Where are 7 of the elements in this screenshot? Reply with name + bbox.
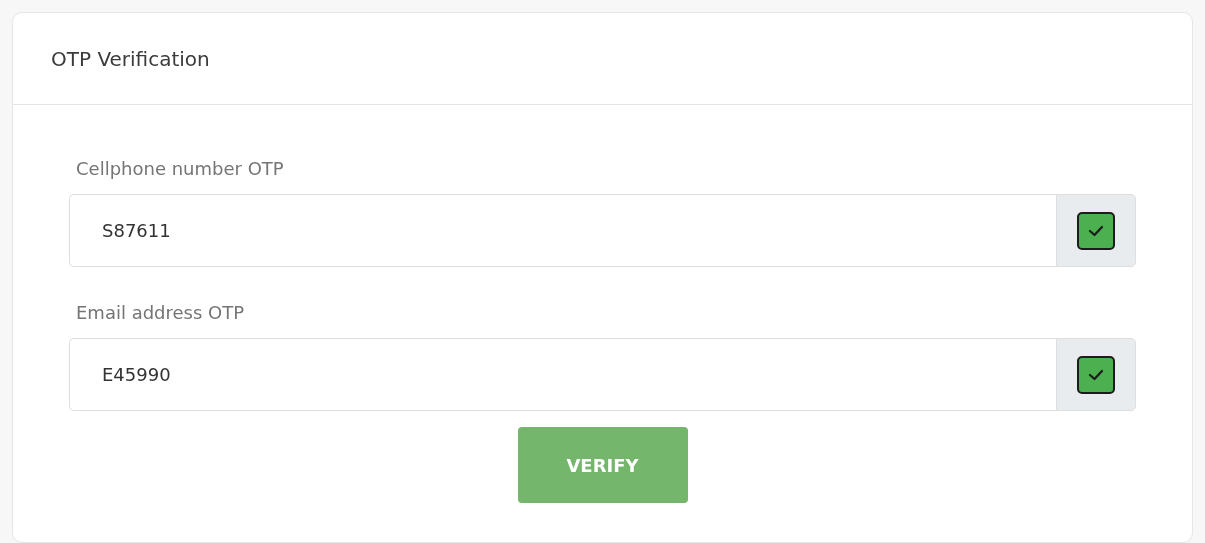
otp-input[interactable]: E45990 [69, 338, 1056, 411]
checkbox[interactable] [1077, 355, 1115, 394]
field-label: Cellphone number OTP [76, 157, 285, 181]
field-label: Email address OTP [76, 301, 246, 325]
card-title: OTP Verification [51, 45, 210, 73]
checkbox[interactable] [1077, 211, 1115, 250]
otp-input[interactable]: S87611 [69, 194, 1056, 267]
